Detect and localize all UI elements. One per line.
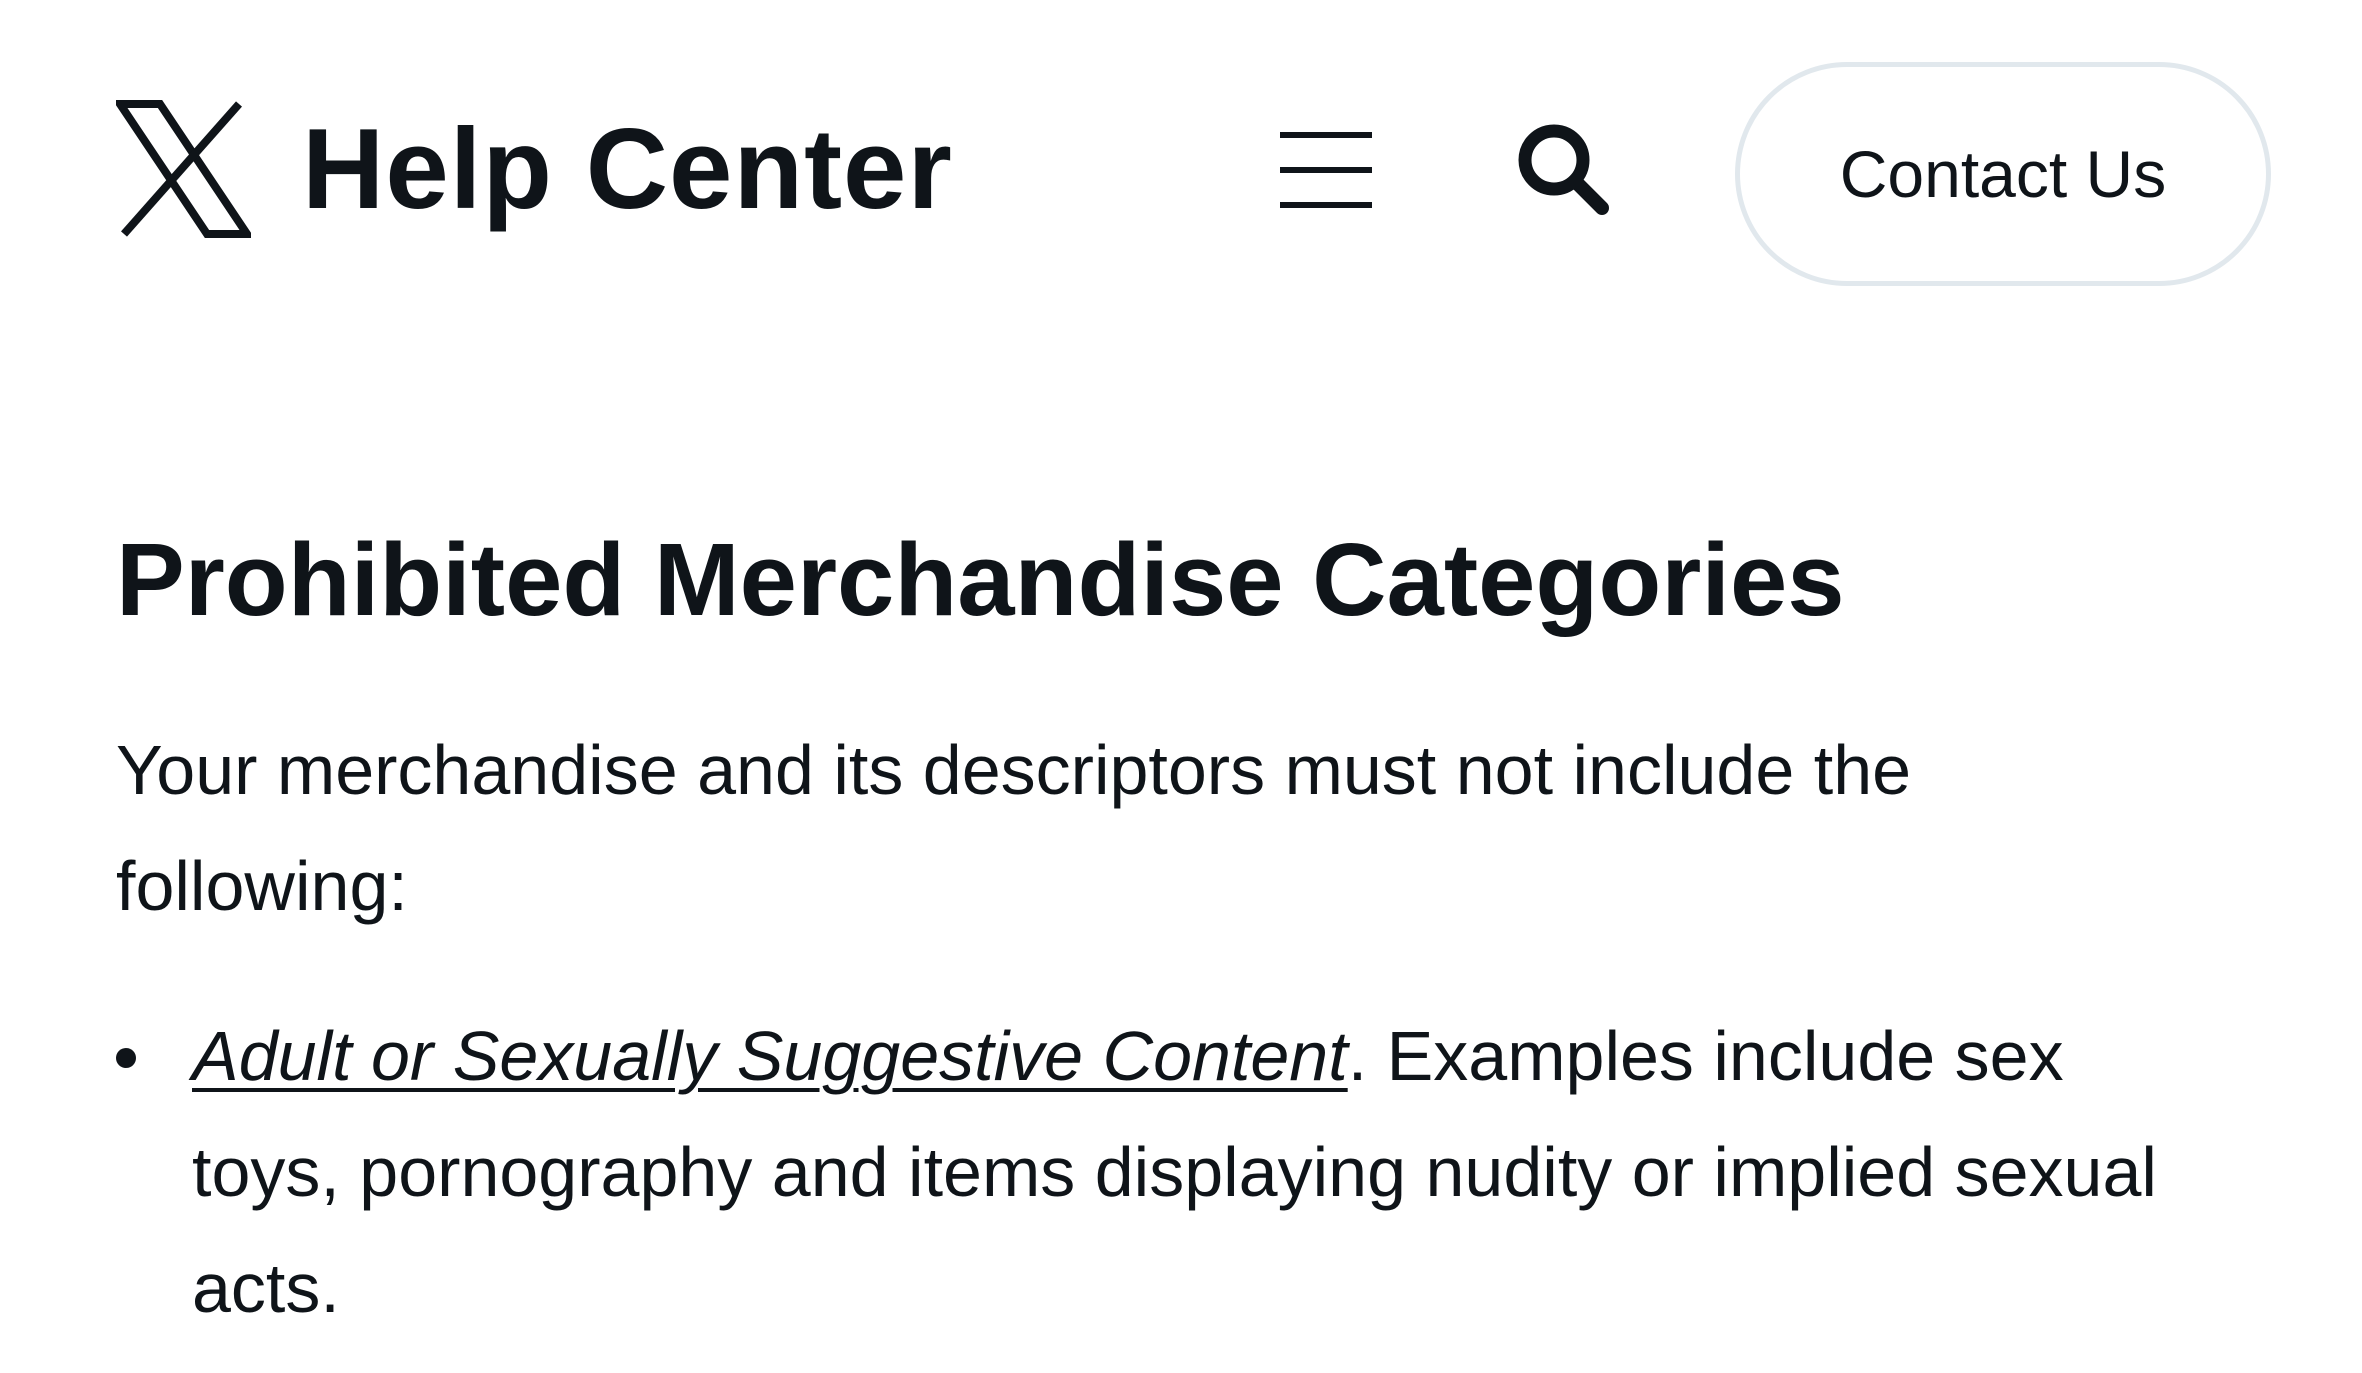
site-header: Help Center Contact Us [0,0,2362,330]
prohibited-categories-list: Adult or Sexually Suggestive Content. Ex… [116,998,2246,1346]
adult-content-link[interactable]: Adult or Sexually Suggestive Content [192,1017,1348,1095]
page-title: Prohibited Merchandise Categories [116,522,1845,637]
list-item: Adult or Sexually Suggestive Content. Ex… [116,998,2196,1346]
article-content: Prohibited Merchandise Categories Your m… [116,500,2246,1346]
contact-us-button[interactable]: Contact Us [1735,62,2271,286]
x-logo-icon[interactable] [116,100,251,238]
hamburger-menu-icon[interactable] [1276,120,1376,220]
search-icon[interactable] [1512,118,1612,218]
help-center-title[interactable]: Help Center [302,100,953,240]
intro-paragraph: Your merchandise and its descriptors mus… [116,731,1912,925]
bullet-dot-icon [116,1048,136,1068]
